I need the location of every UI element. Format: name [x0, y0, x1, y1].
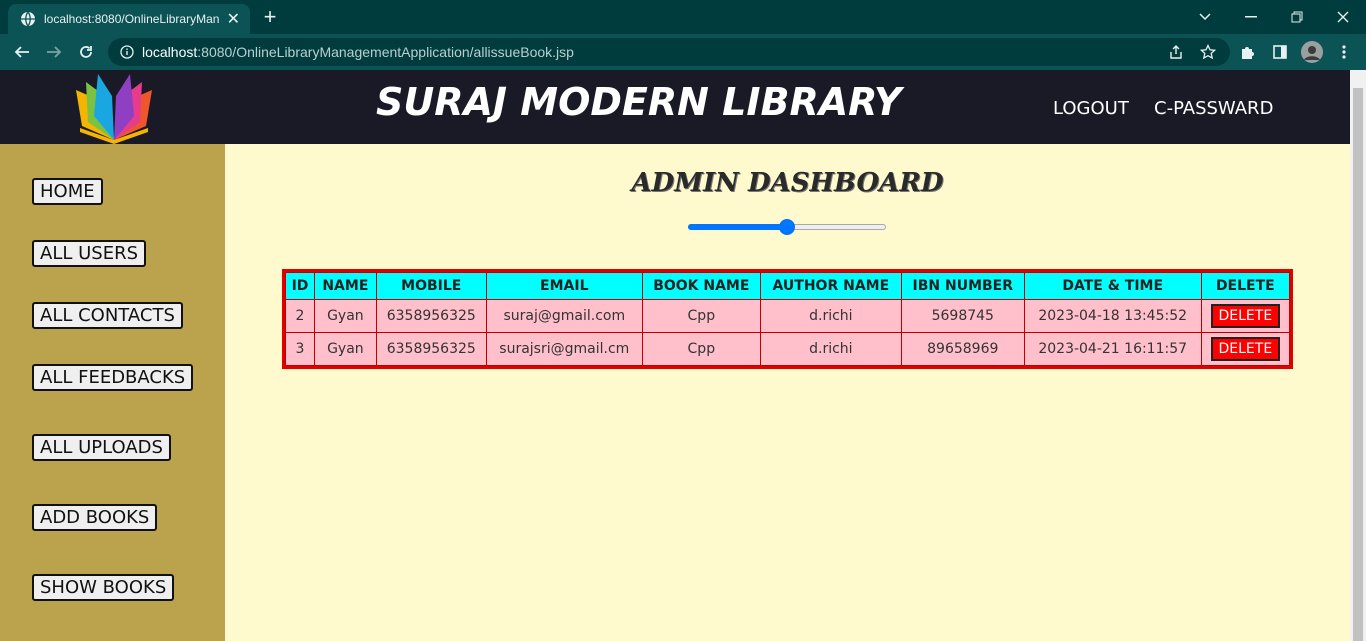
- browser-toolbar: localhost:8080/OnlineLibraryManagementAp…: [0, 34, 1366, 70]
- share-icon[interactable]: [1164, 40, 1188, 64]
- back-arrow-icon[interactable]: [10, 40, 34, 64]
- cell-author-name: d.richi: [759, 332, 902, 366]
- site-info-icon[interactable]: [120, 45, 134, 59]
- sidebar-all-feedbacks-button[interactable]: ALL FEEDBACKS: [32, 364, 194, 391]
- cell-ibn-number: 89658969: [900, 332, 1025, 366]
- url-host: localhost: [142, 44, 198, 60]
- browser-tab[interactable]: localhost:8080/OnlineLibraryMan ✕: [8, 4, 250, 34]
- issued-books-table-container: ID NAME MOBILE EMAIL BOOK NAME AUTHOR NA…: [282, 269, 1293, 369]
- page-scrollbar[interactable]: [1350, 70, 1366, 641]
- tab-close-icon[interactable]: ✕: [227, 9, 240, 29]
- sidebar-add-books-button[interactable]: ADD BOOKS: [32, 504, 158, 531]
- sidebar-show-books-button[interactable]: SHOW BOOKS: [32, 574, 175, 601]
- tab-title: localhost:8080/OnlineLibraryMan: [44, 12, 220, 26]
- page-content: SURAJ MODERN LIBRARY LOGOUT C-PASSWARD H…: [0, 70, 1350, 641]
- new-tab-icon[interactable]: +: [258, 5, 282, 29]
- cell-mobile: 6358956325: [375, 332, 487, 366]
- cell-date-time: 2023-04-21 16:11:57: [1023, 332, 1202, 366]
- sidebar: HOME ALL USERS ALL CONTACTS ALL FEEDBACK…: [0, 144, 225, 641]
- delete-button[interactable]: DELETE: [1210, 304, 1281, 328]
- sidebar-all-contacts-button[interactable]: ALL CONTACTS: [32, 302, 183, 329]
- change-password-link[interactable]: C-PASSWARD: [1154, 98, 1273, 119]
- library-book-logo: [76, 74, 152, 144]
- range-slider[interactable]: [688, 219, 886, 235]
- column-header: IBN NUMBER: [900, 272, 1025, 300]
- reload-icon[interactable]: [74, 40, 98, 64]
- address-bar[interactable]: localhost:8080/OnlineLibraryManagementAp…: [108, 38, 1230, 66]
- close-window-icon[interactable]: [1320, 0, 1366, 34]
- tab-search-chevron-icon[interactable]: [1182, 0, 1228, 34]
- cell-author-name: d.richi: [759, 299, 902, 333]
- cell-delete: DELETE: [1200, 299, 1291, 333]
- logout-link[interactable]: LOGOUT: [1053, 98, 1129, 119]
- cell-id: 3: [285, 332, 315, 366]
- forward-arrow-icon[interactable]: [42, 40, 66, 64]
- cell-id: 2: [285, 299, 315, 333]
- sidebar-all-users-button[interactable]: ALL USERS: [32, 240, 146, 267]
- column-header: MOBILE: [375, 272, 487, 300]
- issued-books-table: ID NAME MOBILE EMAIL BOOK NAME AUTHOR NA…: [285, 272, 1291, 366]
- table-row: 3 Gyan 6358956325 surajsri@gmail.cm Cpp …: [285, 332, 1291, 366]
- cell-email: surajsri@gmail.cm: [485, 332, 643, 366]
- cell-name: Gyan: [313, 299, 377, 333]
- cell-mobile: 6358956325: [375, 299, 487, 333]
- profile-avatar[interactable]: [1300, 40, 1324, 64]
- bookmark-star-icon[interactable]: [1196, 40, 1220, 64]
- slider-fill: [688, 224, 787, 230]
- column-header: NAME: [313, 272, 377, 300]
- cell-delete: DELETE: [1200, 332, 1291, 366]
- browser-tab-strip: localhost:8080/OnlineLibraryMan ✕ +: [0, 0, 1366, 34]
- column-header: DATE & TIME: [1023, 272, 1202, 300]
- url-path: :8080/OnlineLibraryManagementApplication…: [197, 44, 574, 60]
- browser-menu-icon[interactable]: [1332, 40, 1356, 64]
- restore-icon[interactable]: [1274, 0, 1320, 34]
- minimize-icon[interactable]: [1228, 0, 1274, 34]
- delete-button[interactable]: DELETE: [1210, 337, 1281, 361]
- cell-name: Gyan: [313, 332, 377, 366]
- globe-icon: [21, 11, 35, 27]
- cell-ibn-number: 5698745: [900, 299, 1025, 333]
- site-header: SURAJ MODERN LIBRARY LOGOUT C-PASSWARD: [0, 70, 1350, 144]
- column-header: DELETE: [1200, 272, 1291, 300]
- dashboard-title: ADMIN DASHBOARD: [631, 168, 944, 198]
- column-header: ID: [285, 272, 315, 300]
- sidebar-home-button[interactable]: HOME: [32, 178, 103, 205]
- column-header: BOOK NAME: [641, 272, 761, 300]
- cell-email: suraj@gmail.com: [485, 299, 643, 333]
- extensions-puzzle-icon[interactable]: [1236, 40, 1260, 64]
- site-title: SURAJ MODERN LIBRARY: [376, 80, 902, 124]
- slider-thumb[interactable]: [779, 219, 795, 235]
- column-header: EMAIL: [485, 272, 643, 300]
- scrollbar-thumb[interactable]: [1353, 88, 1363, 641]
- side-panel-icon[interactable]: [1268, 40, 1292, 64]
- cell-book-name: Cpp: [641, 332, 761, 366]
- sidebar-all-uploads-button[interactable]: ALL UPLOADS: [32, 434, 171, 461]
- cell-date-time: 2023-04-18 13:45:52: [1023, 299, 1202, 333]
- table-row: 2 Gyan 6358956325 suraj@gmail.com Cpp d.…: [285, 299, 1291, 333]
- cell-book-name: Cpp: [641, 299, 761, 333]
- column-header: AUTHOR NAME: [759, 272, 902, 300]
- table-header-row: ID NAME MOBILE EMAIL BOOK NAME AUTHOR NA…: [285, 272, 1291, 300]
